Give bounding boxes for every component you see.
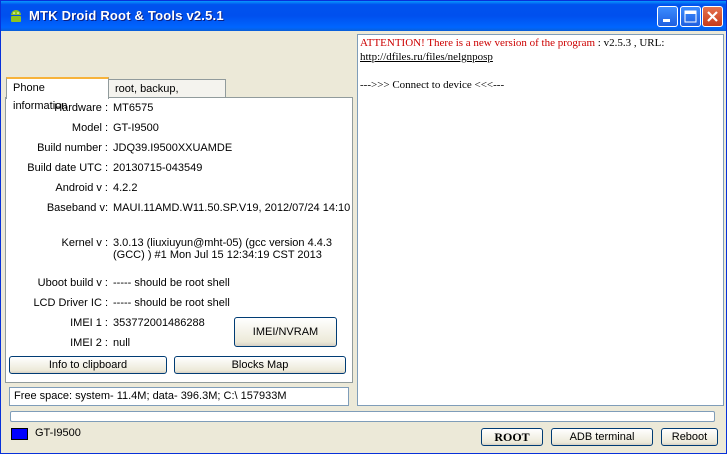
attention-text: ATTENTION! There is a new version of the… (360, 37, 596, 49)
free-space-box: Free space: system- 11.4M; data- 396.3M;… (9, 387, 349, 406)
hardware-value: MT6575 (113, 102, 154, 114)
minimize-button[interactable] (657, 6, 678, 27)
maximize-icon (684, 10, 697, 23)
maximize-button[interactable] (680, 6, 701, 27)
update-notice: ATTENTION! There is a new version of the… (360, 37, 664, 49)
uboot-value: ----- should be root shell (113, 277, 230, 289)
build-number-label: Build number : (37, 142, 108, 154)
minimize-icon (663, 19, 670, 22)
imei-nvram-button[interactable]: IMEI/NVRAM (234, 317, 337, 347)
reboot-button[interactable]: Reboot (661, 428, 718, 446)
attention-version: : v2.5.3 , URL: (595, 37, 665, 49)
kernel-label: Kernel v : (61, 237, 108, 249)
root-button[interactable]: ROOT (481, 428, 543, 446)
baseband-label: Baseband v: (46, 202, 108, 214)
update-url-link[interactable]: http://dfiles.ru/files/nelgnposp (360, 51, 493, 63)
lcd-driver-label: LCD Driver IC : (33, 297, 108, 309)
imei1-label: IMEI 1 : (70, 317, 108, 329)
window-title: MTK Droid Root & Tools v2.5.1 (29, 8, 224, 23)
build-date-label: Build date UTC : (27, 162, 108, 174)
close-icon (707, 11, 718, 22)
uboot-label: Uboot build v : (37, 277, 108, 289)
device-name: GT-I9500 (35, 427, 81, 439)
log-output[interactable]: ATTENTION! There is a new version of the… (357, 34, 724, 406)
android-version-value: 4.2.2 (113, 182, 138, 194)
tab-phone-information[interactable]: Phone information (6, 77, 109, 112)
imei2-label: IMEI 2 : (70, 337, 108, 349)
model-value: GT-I9500 (113, 122, 159, 134)
kernel-value-line2: (GCC) ) #1 Mon Jul 15 12:34:19 CST 2013 (113, 249, 322, 261)
model-label: Model : (71, 122, 108, 134)
progress-bar (10, 411, 715, 422)
imei1-value: 353772001486288 (113, 317, 205, 329)
info-to-clipboard-button[interactable]: Info to clipboard (9, 356, 167, 374)
device-color-indicator (11, 428, 28, 440)
build-number-value: JDQ39.I9500XXUAMDE (113, 142, 233, 154)
main-window: MTK Droid Root & Tools v2.5.1 Phone info… (0, 0, 727, 454)
close-button[interactable] (702, 6, 723, 27)
kernel-value-line1: 3.0.13 (liuxiuyun@mht-05) (gcc version 4… (113, 237, 333, 249)
build-date-value: 20130715-043549 (113, 162, 203, 174)
title-bar[interactable]: MTK Droid Root & Tools v2.5.1 (1, 1, 726, 31)
blocks-map-button[interactable]: Blocks Map (174, 356, 346, 374)
android-version-label: Android v : (55, 182, 108, 194)
imei2-value: null (113, 337, 131, 349)
tab-root-backup-recovery[interactable]: root, backup, recovery (108, 79, 226, 113)
lcd-driver-value: ----- should be root shell (113, 297, 230, 309)
android-icon (11, 10, 21, 22)
adb-terminal-button[interactable]: ADB terminal (551, 428, 653, 446)
phone-info-panel: Hardware : MT6575 Model : GT-I9500 Build… (5, 97, 353, 383)
connect-message: --->>> Connect to device <<<--- (360, 79, 505, 91)
baseband-value: MAUI.11AMD.W11.50.SP.V19, 2012/07/24 14:… (113, 202, 351, 214)
